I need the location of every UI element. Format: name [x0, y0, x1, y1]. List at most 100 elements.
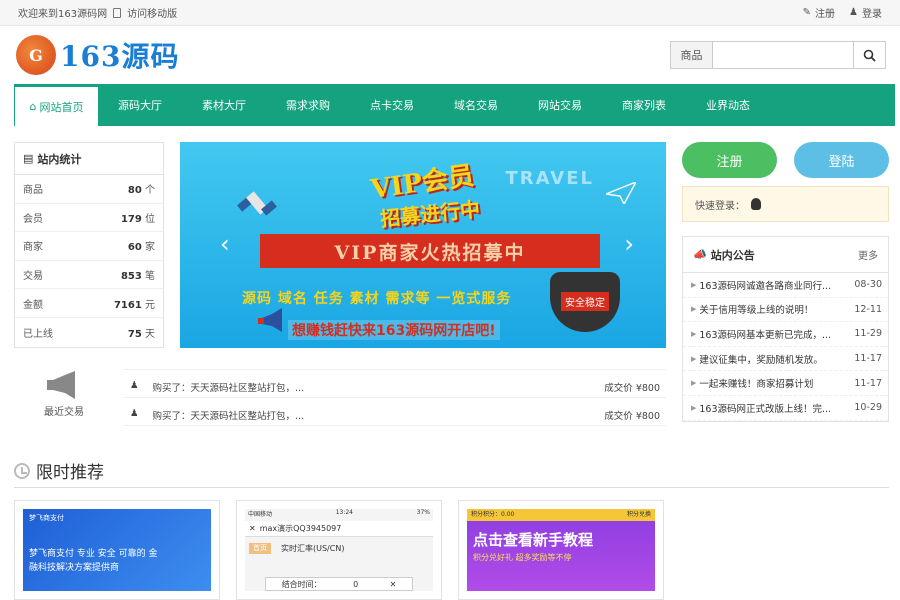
notice-item[interactable]: ▶ 一起来赚钱！商家招募计划 11-17: [683, 371, 888, 396]
recent-deals-label: 最近交易: [14, 364, 114, 424]
logo-mark-text: G: [29, 45, 43, 65]
notice-item-text: 关于信用等级上线的说明！: [699, 305, 814, 317]
stats-row: 商品 80 个: [15, 175, 163, 204]
notice-item[interactable]: ▶ 建议征集中，奖励随机发放。 11-17: [683, 347, 888, 372]
register-link-label: 注册: [815, 9, 836, 20]
header: G 163源码 商品: [0, 26, 900, 84]
notice-item[interactable]: ▶ 关于信用等级上线的说明！ 12-11: [683, 298, 888, 323]
nav-merchants[interactable]: 商家列表: [602, 84, 686, 126]
card-subline: 积分兑好礼 超多奖励等不停: [473, 553, 572, 562]
phone-carrier: 中国移动: [248, 511, 273, 518]
welcome-text: 欢迎来到163源码网: [18, 9, 108, 20]
banner-next-arrow[interactable]: ›: [624, 230, 634, 258]
stats-row: 金额 7161 元: [15, 289, 163, 318]
top-bar: 欢迎来到163源码网 访问移动版 ✎ 注册 ♟ 登录: [0, 0, 900, 26]
megaphone-icon: [258, 308, 282, 332]
login-button[interactable]: 登陆: [794, 142, 889, 178]
home-icon: ⌂: [29, 100, 37, 113]
deal-row[interactable]: ♟ 购买了：天天源码社区整站打包，... 成交价 ¥800: [124, 376, 666, 398]
login-link[interactable]: ♟ 登录: [849, 5, 882, 20]
notice-item-date: 12-11: [854, 303, 882, 315]
satellite-icon: [237, 191, 277, 216]
notice-more-link[interactable]: 更多: [858, 247, 878, 262]
nav-domain-trade[interactable]: 域名交易: [434, 84, 518, 126]
user-icon: ♟: [130, 407, 139, 419]
user-icon: ♟: [130, 379, 139, 391]
notice-item-text: 163源码网诚邀各路商业同行...: [699, 280, 832, 292]
notice-icon: 📣: [693, 248, 707, 261]
register-button[interactable]: 注册: [682, 142, 777, 178]
clock-icon: [14, 462, 30, 479]
product-card[interactable]: 梦飞商支付 梦飞商支付 专业 安全 可靠的 金融科技解决方案提供商: [14, 500, 220, 600]
phone-battery: 37%: [416, 509, 430, 516]
card-score-right: 积分兑换: [626, 511, 651, 518]
shield-label: 安全稳定: [561, 292, 609, 311]
quick-login-label: 快速登录：: [695, 200, 745, 212]
nav-card-trade[interactable]: 点卡交易: [350, 84, 434, 126]
stats-title-text: 站内统计: [37, 152, 82, 166]
deal-price: 成交价 ¥800: [604, 410, 660, 422]
close-icon: ✕: [389, 579, 397, 589]
banner-prev-arrow[interactable]: ‹: [220, 230, 230, 258]
nav-news[interactable]: 业界动态: [686, 84, 770, 126]
stats-label: 交易: [23, 271, 43, 283]
stats-value: 853: [120, 271, 142, 283]
search-category[interactable]: 商品: [671, 42, 713, 68]
stats-label: 金额: [23, 299, 43, 311]
notice-item-date: 11-29: [854, 328, 882, 340]
recent-deals-list: ♟ 购买了：天天源码社区整站打包，... 成交价 ¥800 ♟ 购买了：天天源码社区整…: [124, 364, 666, 426]
stats-unit: 元: [145, 299, 155, 311]
stats-unit: 家: [145, 242, 155, 254]
stats-title: ▤ 站内统计: [15, 143, 163, 175]
stats-value: 7161: [113, 299, 142, 311]
notice-item[interactable]: ▶ 163源码网正式改版上线！完... 10-29: [683, 396, 888, 421]
nav-demand[interactable]: 需求求购: [266, 84, 350, 126]
search-bar: 商品: [670, 41, 886, 69]
login-link-label: 登录: [862, 9, 882, 20]
mobile-link[interactable]: 访问移动版: [127, 5, 177, 20]
stats-unit: 天: [145, 328, 155, 340]
phone-time-label: 结合时间：: [281, 579, 322, 589]
product-card[interactable]: 积分积分：0.00 积分兑换 点击查看新手教程 积分兑好礼 超多奖励等不停: [458, 500, 664, 600]
triangle-icon: ▶: [691, 403, 697, 412]
notice-panel: 📣 站内公告 更多 ▶ 163源码网诚邀各路商业同行... 08-30 ▶ 关于信用等级…: [682, 236, 889, 422]
nav-home[interactable]: ⌂ 网站首页: [14, 84, 98, 126]
stats-label: 已上线: [23, 328, 53, 340]
deal-row[interactable]: ♟ 购买了：天天源码社区整站打包，... 成交价 ¥800: [124, 404, 666, 426]
notice-item-date: 11-17: [854, 377, 882, 389]
qq-icon[interactable]: [751, 198, 761, 210]
notice-item-date: 10-29: [854, 402, 882, 414]
nav-source-hall[interactable]: 源码大厅: [98, 84, 182, 126]
recent-deals-title: 最近交易: [44, 406, 84, 418]
nav-site-trade[interactable]: 网站交易: [518, 84, 602, 126]
phone-time-popup: 结合时间： 0 ✕: [265, 577, 413, 591]
stats-icon: ▤: [23, 152, 34, 165]
product-image: 积分积分：0.00 积分兑换 点击查看新手教程 积分兑好礼 超多奖励等不停: [467, 509, 655, 591]
notice-item-text: 一起来赚钱！商家招募计划: [699, 379, 814, 391]
register-link[interactable]: ✎ 注册: [803, 5, 835, 20]
triangle-icon: ▶: [691, 305, 697, 314]
stats-unit: 个: [145, 185, 155, 197]
stats-value: 75: [127, 328, 142, 340]
card-score-bar: 积分积分：0.00 积分兑换: [467, 509, 655, 521]
nav-material-hall[interactable]: 素材大厅: [182, 84, 266, 126]
phone-rate: 实时汇率(US/CN): [281, 544, 345, 553]
product-image: 梦飞商支付 梦飞商支付 专业 安全 可靠的 金融科技解决方案提供商: [23, 509, 211, 591]
notice-item[interactable]: ▶ 163源码网诚邀各路商业同行... 08-30: [683, 273, 888, 298]
phone-rate-row: 首页 实时汇率(US/CN): [245, 537, 433, 560]
notice-item[interactable]: ▶ 163源码网基本更新已完成，... 11-29: [683, 322, 888, 347]
product-card[interactable]: 中国移动 13:24 37% ✕ max演示QQ3945097 首页 实时汇率(US/C…: [236, 500, 442, 600]
search-button[interactable]: [853, 42, 885, 68]
site-logo[interactable]: G 163源码: [16, 35, 179, 75]
banner-services: 源码 域名 任务 素材 需求等 一览式服务: [242, 291, 512, 307]
deal-row-partial: [124, 364, 666, 370]
card-slogan-line: 梦飞商支付 专业 安全 可靠的 金: [29, 549, 158, 559]
stats-row: 商家 60 家: [15, 232, 163, 261]
megaphone-icon: [47, 370, 75, 399]
promo-banner[interactable]: TRAVEL VIP会员 招募进行中 VIP商家火热招募中 源码 域名 任务 素…: [180, 142, 666, 348]
search-input[interactable]: [713, 42, 853, 68]
stats-value: 60: [127, 242, 142, 254]
stats-label: 商家: [23, 242, 43, 254]
product-image: 中国移动 13:24 37% ✕ max演示QQ3945097 首页 实时汇率(US/C…: [245, 509, 433, 591]
stats-value: 179: [120, 213, 142, 225]
